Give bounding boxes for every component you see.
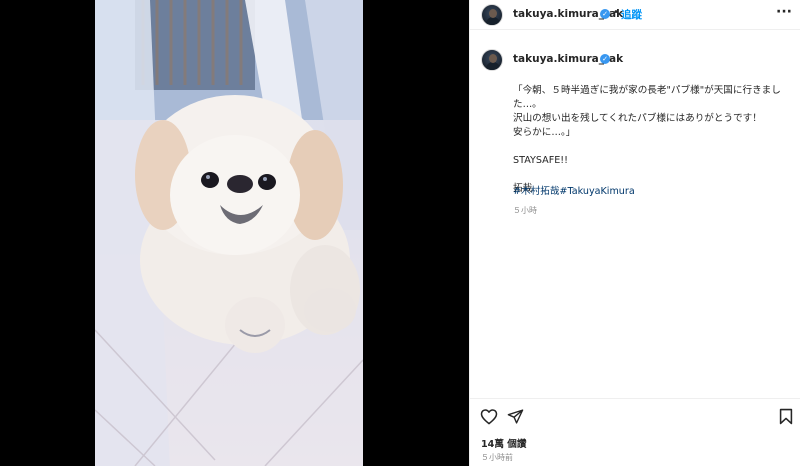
dog-illustration bbox=[95, 0, 363, 466]
caption-timestamp: ５小時 bbox=[513, 206, 537, 215]
paper-plane-icon[interactable] bbox=[507, 408, 524, 429]
follow-button[interactable]: 追蹤 bbox=[621, 7, 642, 22]
caption-line: 安らかに…。」 bbox=[513, 127, 576, 138]
post-actions: 14萬 個讚 ５小時前 bbox=[470, 398, 800, 466]
separator-dot: • bbox=[613, 7, 619, 18]
verified-badge-icon: ✓ bbox=[600, 9, 610, 19]
caption-line: 沢山の想い出を残してくれたパブ様にはありがとうです！ bbox=[513, 113, 762, 124]
heart-icon[interactable] bbox=[480, 408, 498, 429]
post-header: takuya.kimura_tak ✓ • 追蹤 ··· bbox=[470, 0, 800, 30]
verified-badge-icon: ✓ bbox=[600, 54, 610, 64]
more-options-button[interactable]: ··· bbox=[776, 4, 792, 20]
caption-avatar[interactable] bbox=[481, 49, 503, 71]
caption-line: た…。 bbox=[513, 99, 542, 110]
hashtag-link[interactable]: #木村拓哉 bbox=[513, 186, 559, 197]
caption-blank-line bbox=[513, 140, 783, 154]
dog-photo bbox=[95, 0, 363, 466]
caption-line: STAYSAFE!! bbox=[513, 155, 568, 166]
bookmark-icon[interactable] bbox=[779, 408, 793, 429]
avatar[interactable] bbox=[481, 4, 503, 26]
hashtags: #木村拓哉#TakuyaKimura bbox=[513, 183, 635, 197]
post-media[interactable] bbox=[0, 0, 469, 466]
post-timestamp: ５小時前 bbox=[481, 453, 513, 462]
caption-line: 「今朝、５時半過ぎに我が家の長老"パブ様"が天国に行きまし bbox=[513, 85, 781, 96]
hashtag-link[interactable]: #TakuyaKimura bbox=[559, 186, 634, 197]
like-count[interactable]: 14萬 個讚 bbox=[481, 436, 526, 450]
post-side-panel: takuya.kimura_tak ✓ • 追蹤 ··· takuya.kimu… bbox=[469, 0, 800, 466]
caption-blank-line bbox=[513, 168, 783, 182]
caption-text: 「今朝、５時半過ぎに我が家の長老"パブ様"が天国に行きまし た…。 沢山の想い出… bbox=[513, 84, 783, 196]
